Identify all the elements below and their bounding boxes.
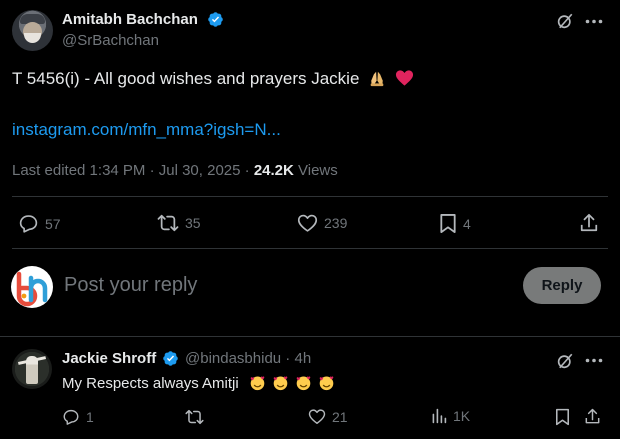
grok-icon[interactable]: [556, 12, 574, 30]
folded-hands-emoji-icon: [370, 71, 384, 87]
tweet-link[interactable]: instagram.com/mfn_mma?igsh=N...: [12, 120, 281, 140]
comment-reply-count: 1: [86, 409, 94, 425]
repost-icon: [157, 214, 179, 232]
comment-views-count: 1K: [453, 408, 471, 424]
reply-button[interactable]: Reply: [523, 267, 601, 304]
like-action[interactable]: 239: [297, 213, 347, 233]
comment-repost-action[interactable]: [185, 408, 204, 426]
views-label: Views: [293, 162, 338, 179]
separator: ·: [281, 350, 295, 367]
avatar-jackie[interactable]: [12, 349, 52, 389]
bookmark-action[interactable]: 4: [439, 213, 471, 234]
more-options-icon[interactable]: [585, 358, 603, 363]
comment-author-meta: @bindasbhidu · 4h: [185, 350, 311, 367]
comment-share-action[interactable]: [584, 408, 601, 425]
views-icon: [432, 408, 447, 424]
grok-icon[interactable]: [556, 352, 574, 370]
views-count: 24.2K: [253, 162, 294, 179]
like-icon: [308, 409, 326, 424]
divider: [12, 248, 608, 249]
author-name[interactable]: Amitabh Bachchan: [62, 11, 198, 28]
smiling-face-with-hearts-emoji-icon: [273, 376, 288, 391]
bookmark-count: 4: [463, 215, 471, 232]
comment-author-name[interactable]: Jackie Shroff: [62, 350, 156, 367]
verified-badge-icon: [163, 351, 178, 366]
tweet-meta: Last edited 1:34 PM · Jul 30, 2025 · 24.…: [12, 162, 338, 179]
comment-text-content: My Respects always Amitji: [62, 375, 239, 392]
comment-text: My Respects always Amitji: [62, 374, 335, 392]
verified-badge-icon: [208, 12, 223, 27]
bh-logo-icon: [16, 271, 48, 307]
comment-author-handle[interactable]: @bindasbhidu: [185, 350, 281, 367]
comment-like-count: 21: [332, 408, 348, 425]
smiling-face-with-hearts-emoji-icon: [320, 376, 334, 391]
divider: [0, 336, 620, 337]
reply-input[interactable]: Post your reply: [64, 274, 197, 297]
share-icon: [580, 213, 598, 232]
smiling-face-with-hearts-emoji-icon: [250, 376, 265, 391]
comment-bookmark-action[interactable]: [555, 408, 570, 426]
comment-time[interactable]: 4h: [294, 350, 311, 367]
more-options-icon[interactable]: [585, 19, 603, 24]
tweet-timestamp[interactable]: Last edited 1:34 PM · Jul 30, 2025 ·: [12, 162, 254, 179]
comment-reply-action[interactable]: 1: [62, 408, 94, 426]
red-heart-emoji-icon: [395, 70, 413, 86]
smiling-face-with-hearts-emoji-icon: [296, 376, 311, 391]
reply-icon: [63, 409, 79, 425]
share-action[interactable]: [579, 213, 599, 233]
author-handle[interactable]: @SrBachchan: [62, 32, 159, 49]
reply-action[interactable]: 57: [18, 213, 61, 234]
repost-icon: [185, 409, 204, 425]
comment-views-action[interactable]: 1K: [431, 408, 470, 424]
divider: [12, 196, 608, 197]
bookmark-icon: [555, 408, 570, 426]
comment-like-action[interactable]: 21: [308, 408, 348, 425]
repost-action[interactable]: 35: [157, 213, 201, 233]
reply-count: 57: [45, 215, 61, 232]
tweet-text: T 5456(i) - All good wishes and prayers …: [12, 69, 414, 89]
tweet-text-content: T 5456(i) - All good wishes and prayers …: [12, 69, 360, 88]
like-count: 239: [324, 215, 348, 231]
reply-icon: [19, 215, 38, 233]
like-icon: [297, 214, 318, 232]
bookmark-icon: [440, 214, 456, 233]
repost-count: 35: [185, 215, 201, 231]
current-user-avatar[interactable]: [11, 266, 53, 308]
avatar-amitabh[interactable]: [12, 10, 53, 51]
share-icon: [585, 408, 600, 424]
